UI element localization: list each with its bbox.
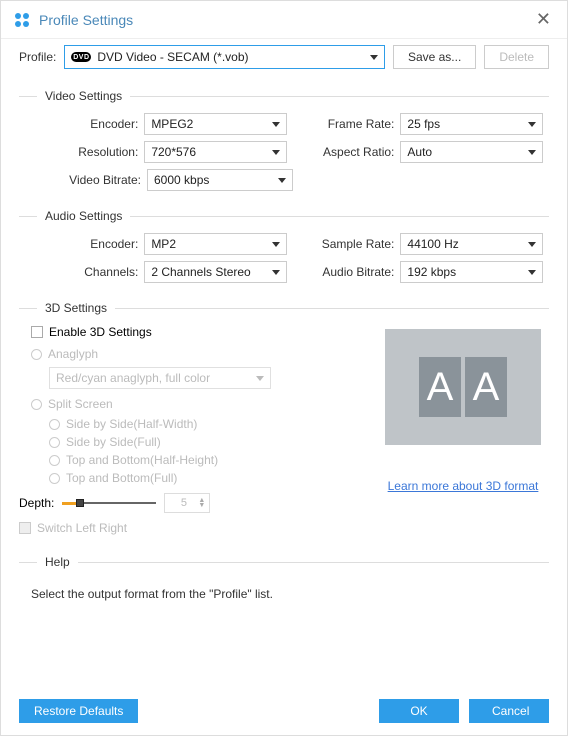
chevron-down-icon: [528, 242, 536, 247]
3d-preview-left: A: [419, 357, 461, 417]
3d-settings-header: 3D Settings: [19, 301, 549, 315]
depth-label: Depth:: [19, 496, 54, 510]
chevron-down-icon: [272, 122, 280, 127]
anaglyph-radio: [31, 349, 42, 360]
video-encoder-select[interactable]: MPEG2: [144, 113, 287, 135]
sbs-half-radio: [49, 419, 60, 430]
spinner-arrows-icon: ▲▼: [198, 498, 205, 508]
split-screen-options: Side by Side(Half-Width) Side by Side(Fu…: [31, 417, 383, 485]
resolution-label: Resolution:: [25, 145, 144, 159]
titlebar: Profile Settings ✕: [1, 1, 567, 39]
resolution-select[interactable]: 720*576: [144, 141, 287, 163]
chevron-down-icon: [256, 376, 264, 381]
help-title: Help: [37, 555, 78, 569]
switch-lr-label: Switch Left Right: [37, 521, 127, 535]
profile-label: Profile:: [19, 50, 56, 64]
chevron-down-icon: [272, 270, 280, 275]
switch-lr-row: Switch Left Right: [19, 521, 383, 535]
ok-button[interactable]: OK: [379, 699, 459, 723]
audio-bitrate-select[interactable]: 192 kbps: [400, 261, 543, 283]
3d-settings-body: Enable 3D Settings Anaglyph Red/cyan ana…: [19, 325, 549, 543]
slider-thumb: [76, 499, 84, 507]
depth-spinner: 5 ▲▼: [164, 493, 210, 513]
chevron-down-icon: [272, 150, 280, 155]
help-text: Select the output format from the "Profi…: [19, 579, 549, 603]
chevron-down-icon: [370, 55, 378, 60]
anaglyph-radio-row: Anaglyph: [31, 347, 383, 361]
audio-encoder-select[interactable]: MP2: [144, 233, 287, 255]
video-settings-grid: Encoder: MPEG2 Frame Rate: 25 fps Resolu…: [19, 113, 549, 203]
anaglyph-mode-select: Red/cyan anaglyph, full color: [49, 367, 271, 389]
audio-bitrate-label: Audio Bitrate:: [318, 265, 400, 279]
app-icon: [13, 11, 31, 29]
3d-preview: A A: [385, 329, 541, 445]
enable-3d-label: Enable 3D Settings: [49, 325, 152, 339]
tab-full-radio: [49, 473, 60, 484]
content-area: Profile: DVD DVD Video - SECAM (*.vob) S…: [1, 39, 567, 689]
profile-settings-window: Profile Settings ✕ Profile: DVD DVD Vide…: [0, 0, 568, 736]
depth-slider: [62, 496, 156, 510]
3d-settings-options: Enable 3D Settings Anaglyph Red/cyan ana…: [31, 325, 383, 543]
enable-3d-checkbox-row[interactable]: Enable 3D Settings: [31, 325, 383, 339]
3d-preview-column: A A Learn more about 3D format: [383, 325, 543, 543]
aspect-ratio-label: Aspect Ratio:: [318, 145, 400, 159]
chevron-down-icon: [528, 122, 536, 127]
tab-half-radio: [49, 455, 60, 466]
sample-rate-label: Sample Rate:: [318, 237, 400, 251]
frame-rate-label: Frame Rate:: [318, 117, 400, 131]
delete-button: Delete: [484, 45, 549, 69]
audio-settings-grid: Encoder: MP2 Sample Rate: 44100 Hz Chann…: [19, 233, 549, 295]
enable-3d-checkbox[interactable]: [31, 326, 43, 338]
window-title: Profile Settings: [39, 12, 532, 28]
3d-preview-right: A: [465, 357, 507, 417]
save-as-button[interactable]: Save as...: [393, 45, 476, 69]
channels-select[interactable]: 2 Channels Stereo: [144, 261, 287, 283]
audio-encoder-label: Encoder:: [25, 237, 144, 251]
profile-select[interactable]: DVD DVD Video - SECAM (*.vob): [64, 45, 385, 69]
channels-label: Channels:: [25, 265, 144, 279]
help-header: Help: [19, 555, 549, 569]
sbs-full-row: Side by Side(Full): [49, 435, 383, 449]
close-icon[interactable]: ✕: [532, 9, 555, 30]
video-encoder-label: Encoder:: [25, 117, 144, 131]
profile-row: Profile: DVD DVD Video - SECAM (*.vob) S…: [19, 45, 549, 69]
anaglyph-label: Anaglyph: [48, 347, 98, 361]
switch-lr-checkbox: [19, 522, 31, 534]
3d-settings-title: 3D Settings: [37, 301, 115, 315]
tab-half-row: Top and Bottom(Half-Height): [49, 453, 383, 467]
cancel-button[interactable]: Cancel: [469, 699, 549, 723]
split-screen-radio-row: Split Screen: [31, 397, 383, 411]
aspect-ratio-select[interactable]: Auto: [400, 141, 543, 163]
footer: Restore Defaults OK Cancel: [1, 689, 567, 735]
split-screen-label: Split Screen: [48, 397, 113, 411]
video-bitrate-select[interactable]: 6000 kbps: [147, 169, 293, 191]
split-screen-radio: [31, 399, 42, 410]
frame-rate-select[interactable]: 25 fps: [400, 113, 543, 135]
depth-value: 5: [169, 497, 198, 509]
video-settings-header: Video Settings: [19, 89, 549, 103]
chevron-down-icon: [528, 150, 536, 155]
dvd-icon: DVD: [71, 52, 91, 62]
chevron-down-icon: [278, 178, 286, 183]
sbs-full-radio: [49, 437, 60, 448]
restore-defaults-button[interactable]: Restore Defaults: [19, 699, 138, 723]
depth-row: Depth: 5 ▲▼: [19, 493, 383, 513]
sbs-half-row: Side by Side(Half-Width): [49, 417, 383, 431]
chevron-down-icon: [528, 270, 536, 275]
audio-settings-header: Audio Settings: [19, 209, 549, 223]
learn-more-3d-link[interactable]: Learn more about 3D format: [388, 479, 539, 493]
sample-rate-select[interactable]: 44100 Hz: [400, 233, 543, 255]
video-bitrate-label: Video Bitrate:: [25, 173, 147, 187]
audio-settings-title: Audio Settings: [37, 209, 130, 223]
profile-selected-text: DVD Video - SECAM (*.vob): [97, 50, 364, 64]
video-settings-title: Video Settings: [37, 89, 130, 103]
chevron-down-icon: [272, 242, 280, 247]
tab-full-row: Top and Bottom(Full): [49, 471, 383, 485]
